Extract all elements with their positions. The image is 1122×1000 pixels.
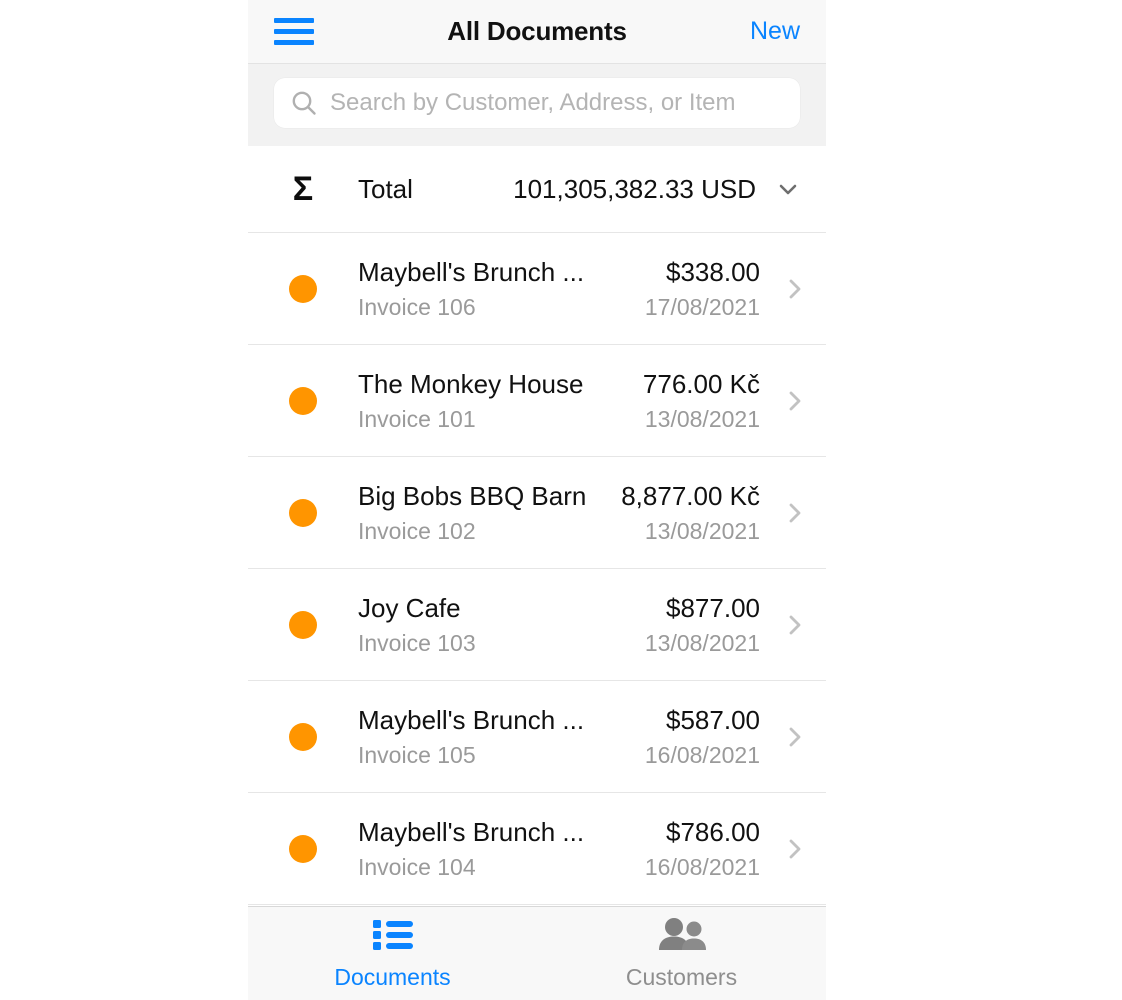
search-input[interactable]: Search by Customer, Address, or Item	[274, 78, 800, 128]
chevron-right-icon[interactable]	[764, 724, 826, 750]
row-primary: Maybell's Brunch ... Invoice 104	[358, 817, 645, 881]
row-content: Maybell's Brunch ... Invoice 106 $338.00 17…	[358, 257, 764, 321]
search-placeholder: Search by Customer, Address, or Item	[330, 89, 736, 116]
status-dot-icon	[289, 722, 317, 751]
hamburger-menu-icon[interactable]	[274, 18, 314, 45]
status-badge	[248, 610, 358, 639]
row-primary: The Monkey House Invoice 101	[358, 369, 643, 433]
row-secondary: $877.00 13/08/2021	[645, 593, 764, 657]
document-reference: Invoice 102	[358, 517, 476, 544]
table-row[interactable]: Maybell's Brunch ... Invoice 104 $786.00 16…	[248, 793, 826, 905]
status-dot-icon	[289, 274, 317, 303]
chevron-right-icon[interactable]	[764, 836, 826, 862]
list-icon	[371, 917, 415, 956]
table-row[interactable]: Maybell's Brunch ... Invoice 105 $587.00 16…	[248, 681, 826, 793]
document-reference: Invoice 101	[358, 405, 476, 432]
documents-list: Maybell's Brunch ... Invoice 106 $338.00 17…	[248, 233, 826, 905]
tab-documents[interactable]: Documents	[248, 917, 537, 991]
new-document-button[interactable]: New	[750, 17, 800, 46]
customer-name: Maybell's Brunch ...	[358, 704, 585, 735]
customer-name: Joy Cafe	[358, 592, 461, 623]
customer-name: The Monkey House	[358, 368, 584, 399]
hamburger-bar	[274, 40, 314, 45]
table-row[interactable]: Joy Cafe Invoice 103 $877.00 13/08/2021	[248, 569, 826, 681]
document-date: 13/08/2021	[644, 517, 760, 544]
chevron-right-icon[interactable]	[764, 276, 826, 302]
table-row[interactable]: Maybell's Brunch ... Invoice 106 $338.00 17…	[248, 233, 826, 345]
chevron-right-icon[interactable]	[764, 500, 826, 526]
row-primary: Joy Cafe Invoice 103	[358, 593, 645, 657]
document-amount: $786.00	[666, 816, 760, 847]
people-icon	[655, 917, 709, 956]
document-amount: 776.00 Kč	[642, 368, 760, 399]
row-primary: Maybell's Brunch ... Invoice 105	[358, 705, 645, 769]
search-bar-container: Search by Customer, Address, or Item	[248, 64, 826, 146]
row-secondary: $587.00 16/08/2021	[645, 705, 764, 769]
chevron-right-icon[interactable]	[764, 388, 826, 414]
hamburger-bar	[274, 18, 314, 23]
document-date: 13/08/2021	[644, 405, 760, 432]
row-content: Joy Cafe Invoice 103 $877.00 13/08/2021	[358, 593, 764, 657]
status-dot-icon	[289, 610, 317, 639]
document-date: 17/08/2021	[644, 293, 760, 320]
row-content: Maybell's Brunch ... Invoice 104 $786.00 16…	[358, 817, 764, 881]
chevron-down-icon[interactable]	[776, 177, 800, 201]
customer-name: Maybell's Brunch ...	[358, 256, 585, 287]
tab-customers-label: Customers	[625, 963, 738, 990]
tab-customers[interactable]: Customers	[537, 917, 826, 991]
row-secondary: 776.00 Kč 13/08/2021	[643, 369, 764, 433]
customer-name: Big Bobs BBQ Barn	[358, 480, 587, 511]
row-content: Maybell's Brunch ... Invoice 105 $587.00 16…	[358, 705, 764, 769]
document-reference: Invoice 104	[358, 853, 476, 880]
document-amount: $877.00	[666, 592, 760, 623]
document-reference: Invoice 105	[358, 741, 476, 768]
document-amount: $587.00	[666, 704, 760, 735]
page-title: All Documents	[447, 16, 627, 46]
status-badge	[248, 498, 358, 527]
row-primary: Big Bobs BBQ Barn Invoice 102	[358, 481, 621, 545]
status-badge	[248, 834, 358, 863]
document-reference: Invoice 103	[358, 629, 476, 656]
row-primary: Maybell's Brunch ... Invoice 106	[358, 257, 645, 321]
document-date: 13/08/2021	[644, 629, 760, 656]
document-amount: $338.00	[666, 256, 760, 287]
customer-name: Maybell's Brunch ...	[358, 816, 585, 847]
total-label: Total	[358, 173, 413, 204]
phone-screen: All Documents New Search by Customer, Ad…	[248, 0, 826, 1000]
row-secondary: 8,877.00 Kč 13/08/2021	[621, 481, 764, 545]
status-dot-icon	[289, 386, 317, 415]
status-badge	[248, 722, 358, 751]
row-content: The Monkey House Invoice 101 776.00 Kč 13/0…	[358, 369, 764, 433]
row-secondary: $786.00 16/08/2021	[645, 817, 764, 881]
total-amount: 101,305,382.33 USD	[513, 173, 756, 204]
tab-bar: Documents Customers	[248, 906, 826, 1000]
search-icon	[290, 89, 318, 117]
table-row[interactable]: Big Bobs BBQ Barn Invoice 102 8,877.00 Kč 1…	[248, 457, 826, 569]
status-badge	[248, 386, 358, 415]
sigma-icon: Σ	[292, 170, 314, 208]
status-dot-icon	[289, 498, 317, 527]
tab-documents-label: Documents	[334, 963, 451, 990]
row-content: Big Bobs BBQ Barn Invoice 102 8,877.00 Kč 1…	[358, 481, 764, 545]
status-dot-icon	[289, 834, 317, 863]
table-row[interactable]: The Monkey House Invoice 101 776.00 Kč 13/0…	[248, 345, 826, 457]
document-date: 16/08/2021	[644, 741, 760, 768]
navigation-bar: All Documents New	[248, 0, 826, 64]
document-reference: Invoice 106	[358, 293, 476, 320]
chevron-right-icon[interactable]	[764, 612, 826, 638]
status-badge	[248, 274, 358, 303]
row-secondary: $338.00 17/08/2021	[645, 257, 764, 321]
total-row[interactable]: Σ Total 101,305,382.33 USD	[248, 146, 826, 233]
document-date: 16/08/2021	[644, 853, 760, 880]
document-amount: 8,877.00 Kč	[621, 480, 760, 511]
hamburger-bar	[274, 29, 314, 34]
